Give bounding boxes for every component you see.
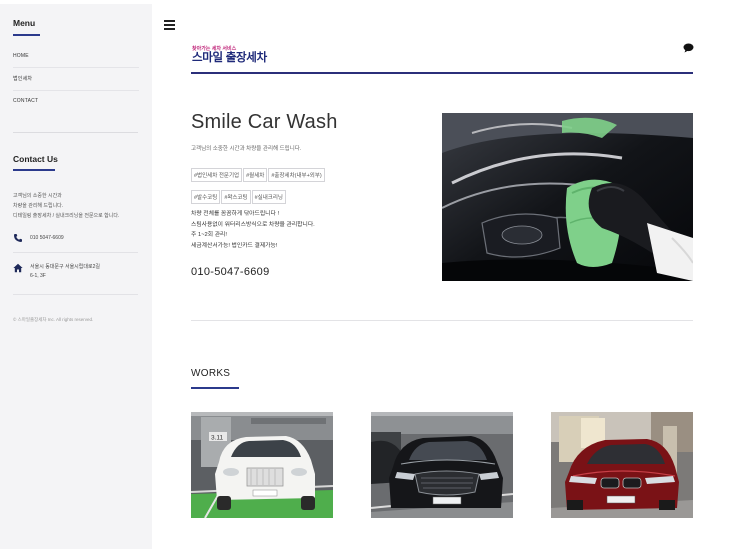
contact-title-underline	[13, 169, 55, 171]
sidebar-divider	[13, 132, 138, 133]
work-thumbnail-white-suv[interactable]: 3.11	[191, 412, 333, 518]
service-tag[interactable]: #월세차	[243, 168, 268, 182]
hero-title: Smile Car Wash	[191, 111, 338, 133]
contact-desc-line: 디테일링 출장세차 / 실내크리닝을 전문으로 합니다.	[13, 213, 120, 219]
hero-body-line: 주 1~2회 관리!	[191, 232, 227, 238]
service-tags: #법인세차 전문기업 #월세차 #출장세차(내부+외부) #발수코팅 #왁스코팅 #실내…	[191, 164, 351, 208]
work-thumbnail-red-suv[interactable]	[551, 412, 693, 518]
menu-title-underline	[13, 34, 40, 36]
service-tag[interactable]: #법인세차 전문기업	[191, 168, 243, 182]
contact-title: Contact Us	[13, 154, 58, 164]
contact-address-row: 서울시 동대문구 서울시립대로2길 6-1, 3F	[13, 263, 139, 281]
contact-desc-line: 고객님의 소중한 시간과	[13, 193, 62, 199]
sidebar-item-home[interactable]: HOME	[13, 46, 139, 68]
contact-phone: 010 5047-6609	[30, 235, 64, 241]
chat-bubble-icon[interactable]	[683, 43, 694, 53]
hero-body-line: 차량 전체를 꼼꼼하게 닦아드립니다 !	[191, 211, 280, 217]
contact-desc-line: 차량을 관리해 드립니다.	[13, 203, 64, 209]
logo-text: 스마일 출장세차	[192, 52, 267, 64]
hero-description: 차량 전체를 꼼꼼하게 닦아드립니다 ! 스팀사용없이 워터리스방식으로 차량을…	[191, 209, 315, 251]
sidebar-menu: HOME 법인세차 CONTACT	[13, 46, 139, 112]
sidebar-item-corporate-wash[interactable]: 법인세차	[13, 68, 139, 91]
phone-icon	[14, 234, 22, 242]
hero-body-line: 스팀사용없이 워터리스방식으로 차량을 관리합니다.	[191, 221, 315, 228]
hamburger-icon[interactable]	[164, 20, 175, 31]
hero-body-line: 세금계산서가능! 법인카드 결제가능!	[191, 242, 278, 249]
service-tag[interactable]: #실내크리닝	[251, 190, 286, 204]
service-tag[interactable]: #출장세차(내부+외부)	[268, 168, 325, 182]
contact-phone-row[interactable]: 010 5047-6609	[13, 233, 139, 243]
header-divider	[191, 72, 693, 74]
hero-subtitle: 고객님의 소중한 시간과 차량을 관리해 드립니다.	[191, 146, 302, 152]
contact-address: 서울시 동대문구 서울시립대로2길 6-1, 3F	[30, 263, 100, 281]
works-title: WORKS	[191, 368, 231, 379]
hero-phone-number[interactable]: 010-5047-6609	[191, 266, 270, 278]
work-thumbnail-black-suv[interactable]	[371, 412, 513, 518]
works-title-underline	[191, 387, 239, 389]
address-line: 6-1, 3F	[30, 273, 46, 279]
service-tag[interactable]: #발수코팅	[191, 190, 221, 204]
sidebar: Menu HOME 법인세차 CONTACT Contact Us 고객님의 소…	[0, 4, 152, 549]
section-divider	[191, 320, 693, 321]
site-logo[interactable]: 찾아가는 세차 서비스 스마일 출장세차	[192, 46, 267, 64]
home-icon	[13, 263, 23, 273]
parking-pillar-number: 3.11	[211, 435, 224, 442]
contact-separator	[13, 252, 138, 253]
hero-car-polish-image	[442, 113, 693, 281]
menu-title: Menu	[13, 18, 36, 28]
sidebar-item-contact[interactable]: CONTACT	[13, 91, 139, 112]
contact-separator	[13, 294, 138, 295]
copyright: © 스마일출장세차 Inc. All rights reserved.	[13, 317, 94, 322]
address-line: 서울시 동대문구 서울시립대로2길	[30, 264, 100, 270]
contact-description: 고객님의 소중한 시간과 차량을 관리해 드립니다. 디테일링 출장세차 / 실…	[13, 191, 139, 221]
service-tag[interactable]: #왁스코팅	[221, 190, 251, 204]
